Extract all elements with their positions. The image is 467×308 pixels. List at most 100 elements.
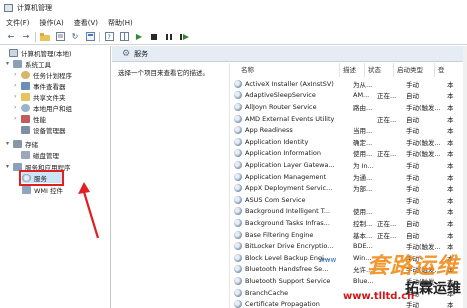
properties-icon[interactable] bbox=[54, 31, 66, 42]
menu-action[interactable]: 操作(A) bbox=[40, 18, 64, 28]
details-view-icon[interactable] bbox=[118, 31, 130, 42]
cell-name: ActiveX Installer (AxInstSV) bbox=[245, 79, 334, 88]
cell-logon: 本 bbox=[447, 80, 454, 89]
event-viewer-icon bbox=[21, 81, 30, 90]
tree-item-event-viewer[interactable]: › 事件查看器 bbox=[14, 80, 66, 91]
computer-management-icon bbox=[4, 4, 13, 12]
table-row[interactable]: Application Information 使用... 正在... 手动(触发..… bbox=[231, 148, 467, 160]
cell-logon: 本 bbox=[447, 173, 454, 182]
table-row[interactable]: AdaptiveSleepService AM... 正在... 自动 本 bbox=[231, 90, 467, 102]
tools-icon bbox=[13, 59, 22, 68]
cell-startup-type: 手动(触发... bbox=[406, 138, 441, 147]
cell-startup-type: 手动(触发... bbox=[406, 150, 441, 159]
disk-icon bbox=[21, 150, 30, 159]
help-icon[interactable]: ? bbox=[103, 31, 115, 42]
service-icon bbox=[234, 253, 242, 262]
cell-description: 路由... bbox=[353, 103, 373, 112]
tree-item-storage[interactable]: ▾ 存储 bbox=[6, 138, 38, 149]
chevron-right-icon[interactable]: › bbox=[14, 104, 21, 111]
users-icon bbox=[21, 103, 30, 112]
chevron-down-icon[interactable]: ▾ bbox=[6, 140, 13, 147]
column-header-name[interactable]: 名称 bbox=[231, 63, 340, 77]
tree-item-label: 设备管理器 bbox=[33, 126, 66, 135]
tree-item-performance[interactable]: › 性能 bbox=[14, 113, 46, 124]
tree-item-task-scheduler[interactable]: › 任务计划程序 bbox=[14, 69, 72, 80]
cell-name: Background Intelligent T... bbox=[245, 207, 331, 216]
chevron-right-icon[interactable]: › bbox=[14, 71, 21, 78]
cell-description: 为部... bbox=[353, 185, 373, 194]
description-hint: 选择一个项目来查看它的描述。 bbox=[118, 69, 209, 77]
export-icon[interactable] bbox=[84, 31, 96, 42]
menu-view[interactable]: 查看(V) bbox=[74, 18, 98, 28]
service-icon bbox=[234, 288, 242, 297]
cell-description: 使用... bbox=[353, 150, 373, 159]
table-row[interactable]: AppX Deployment Servic... 为部... 手动 本 bbox=[231, 182, 467, 194]
cell-name: AppX Deployment Servic... bbox=[245, 184, 333, 193]
tree-item-label: 计算机管理(本地) bbox=[21, 49, 72, 58]
table-row[interactable]: Application Layer Gatewa... 为 In... 手动 本 bbox=[231, 159, 467, 171]
back-arrow-icon[interactable]: ← bbox=[5, 31, 17, 42]
table-row[interactable]: Application Identity 确定... 手动(触发... 本 bbox=[231, 136, 467, 148]
watermark: www 套路运维 拓霖运维 www.tlltd.cn bbox=[315, 244, 465, 306]
highlight-box-annotation bbox=[19, 170, 64, 186]
tree-item-computer-management[interactable]: 计算机管理(本地) bbox=[2, 47, 72, 58]
cell-description: 为 In... bbox=[353, 161, 374, 170]
chevron-down-icon[interactable]: ▾ bbox=[6, 60, 13, 67]
table-row[interactable]: ActiveX Installer (AxInstSV) 为从... 手动 本 bbox=[231, 78, 467, 90]
toolbar-separator bbox=[35, 31, 36, 42]
computer-icon bbox=[9, 48, 18, 57]
cell-startup-type: 手动 bbox=[406, 196, 419, 205]
folder-icon[interactable] bbox=[39, 31, 51, 42]
cell-logon: 本 bbox=[447, 127, 454, 136]
service-icon bbox=[234, 102, 242, 111]
table-row[interactable]: Background Tasks Infras... 控制... 正在... 自动 本 bbox=[231, 217, 467, 229]
svg-text:?: ? bbox=[107, 34, 110, 41]
tree-item-label: 任务计划程序 bbox=[33, 71, 72, 80]
menu-file[interactable]: 文件(F) bbox=[6, 18, 30, 28]
service-icon bbox=[234, 114, 242, 123]
restart-icon[interactable] bbox=[178, 31, 190, 42]
table-row[interactable]: ASUS Com Service 手动 本 bbox=[231, 194, 467, 206]
chevron-right-icon[interactable]: › bbox=[14, 93, 21, 100]
tree-item-disk-management[interactable]: 磁盘管理 bbox=[14, 149, 59, 160]
table-row[interactable]: Background Intelligent T... 使用... 手动 本 bbox=[231, 206, 467, 218]
forward-arrow-icon[interactable]: → bbox=[20, 31, 32, 42]
table-row[interactable]: App Readiness 当用... 手动 本 bbox=[231, 124, 467, 136]
cell-description: 确定... bbox=[353, 138, 373, 147]
chevron-down-icon[interactable]: ▾ bbox=[6, 163, 13, 170]
service-icon bbox=[234, 79, 242, 88]
column-header-status[interactable]: 状态 bbox=[365, 63, 394, 77]
table-row[interactable]: Base Filtering Engine 基本... 正在... 自动 本 bbox=[231, 229, 467, 241]
tree-item-system-tools[interactable]: ▾ 系统工具 bbox=[6, 58, 51, 69]
cell-description: 当用... bbox=[353, 127, 373, 136]
column-header-startup-type[interactable]: 启动类型 bbox=[394, 63, 435, 77]
service-icon bbox=[234, 242, 242, 251]
services-title: 服务 bbox=[134, 49, 149, 58]
stop-icon[interactable] bbox=[148, 31, 160, 42]
chevron-right-icon[interactable]: › bbox=[14, 115, 21, 122]
cell-name: App Readiness bbox=[245, 126, 293, 135]
cell-logon: 本 bbox=[447, 161, 454, 170]
table-row[interactable]: Application Management 为通... 手动 本 bbox=[231, 171, 467, 183]
table-row[interactable]: AMD External Events Utility 正在... 自动 本 bbox=[231, 113, 467, 125]
chevron-right-icon[interactable]: › bbox=[14, 82, 21, 89]
tree-item-label: 系统工具 bbox=[25, 60, 51, 69]
tree-item-device-manager[interactable]: 设备管理器 bbox=[14, 124, 66, 135]
play-icon[interactable]: ▶ bbox=[133, 31, 145, 42]
menu-help[interactable]: 帮助(H) bbox=[108, 18, 133, 28]
cell-logon: 本 bbox=[447, 196, 454, 205]
refresh-icon[interactable]: ↻ bbox=[69, 31, 81, 42]
service-icon bbox=[234, 172, 242, 181]
table-row[interactable]: AllJoyn Router Service 路由... 手动(触发... 本 bbox=[231, 101, 467, 113]
service-icon bbox=[234, 230, 242, 239]
tree-item-shared-folders[interactable]: › 共享文件夹 bbox=[14, 91, 66, 102]
tree-item-local-users[interactable]: › 本地用户和组 bbox=[14, 102, 72, 113]
cell-status: 正在... bbox=[377, 150, 397, 159]
tree-item-label: 共享文件夹 bbox=[33, 93, 66, 102]
cell-startup-type: 自动 bbox=[406, 92, 419, 101]
column-header-description[interactable]: 描述 bbox=[340, 63, 365, 77]
cell-status: 正在... bbox=[377, 92, 397, 101]
cell-name: AMD External Events Utility bbox=[245, 114, 335, 123]
pause-icon[interactable] bbox=[163, 31, 175, 42]
watermark-www: www bbox=[319, 256, 337, 264]
